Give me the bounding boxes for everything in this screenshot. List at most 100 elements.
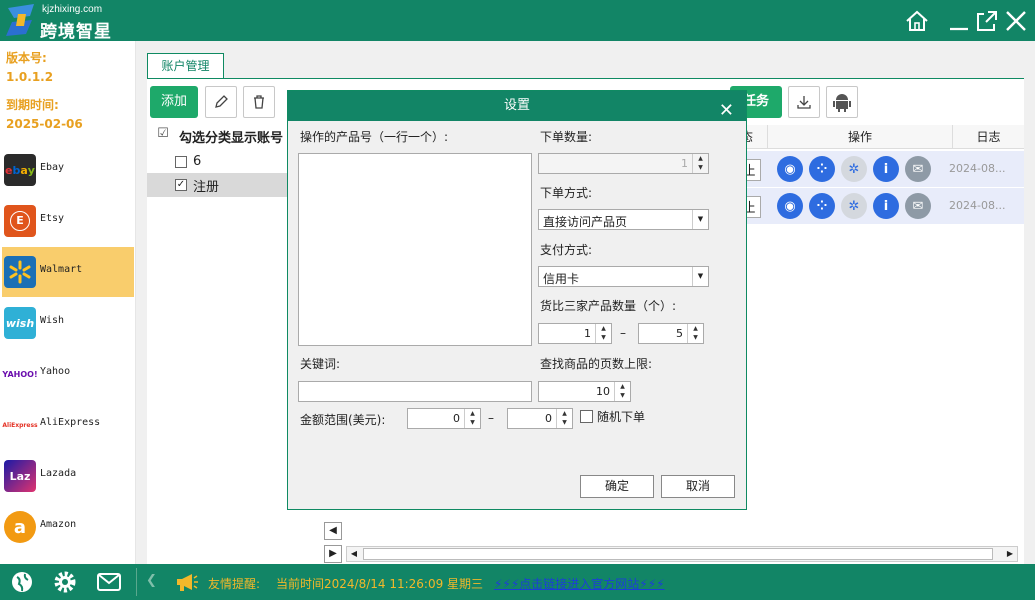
chevron-down-icon[interactable]: ▼ xyxy=(692,210,708,229)
ok-button[interactable]: 确定 xyxy=(580,475,654,498)
column-header-log: 日志 xyxy=(952,125,1024,149)
compare-min-stepper[interactable]: 1 ▲ ▼ xyxy=(538,323,612,344)
order-method-select[interactable]: 直接访问产品页 ▼ xyxy=(538,209,709,230)
restore-icon[interactable] xyxy=(974,8,1000,34)
scroll-thumb[interactable] xyxy=(363,548,993,560)
info-icon[interactable]: i xyxy=(873,156,899,182)
sidebar-item-label: Wish xyxy=(40,315,65,326)
stepper-arrows-icon[interactable]: ▲ ▼ xyxy=(595,324,611,343)
walmart-icon xyxy=(4,256,36,288)
mail-icon[interactable]: ✉ xyxy=(905,193,931,219)
amount-min-stepper[interactable]: 0 ▲ ▼ xyxy=(407,408,481,429)
official-site-link[interactable]: ⚡⚡⚡点击链接进入官方网站⚡⚡⚡ xyxy=(494,575,665,592)
chrome-icon[interactable]: ◉ xyxy=(777,156,803,182)
chevron-down-icon[interactable]: ▼ xyxy=(692,267,708,286)
stepper-arrows-icon[interactable]: ▲ ▼ xyxy=(692,154,708,173)
home-icon[interactable] xyxy=(904,8,930,34)
scroll-left-arrow-icon[interactable]: ◀ xyxy=(347,547,361,561)
keyword-input[interactable] xyxy=(298,381,532,402)
mail-icon[interactable] xyxy=(96,569,122,595)
sidebar-item-amazon[interactable]: a Amazon xyxy=(2,502,134,552)
random-order-checkbox[interactable] xyxy=(580,410,593,423)
quantity-stepper[interactable]: 1 ▲ ▼ xyxy=(538,153,709,174)
chevron-left-icon[interactable]: ❮ xyxy=(146,573,157,588)
import-button[interactable] xyxy=(788,86,820,118)
sidebar-item-label: Walmart xyxy=(40,264,83,275)
dialog-title: 设置 xyxy=(503,98,530,113)
minimize-icon[interactable] xyxy=(946,8,972,34)
stepper-arrows-icon[interactable]: ▲ ▼ xyxy=(687,324,703,343)
account-checkbox[interactable]: ✓ xyxy=(175,179,187,191)
sidebar-item-lazada[interactable]: Laz Lazada xyxy=(2,451,134,501)
product-label: 操作的产品号（一行一个）: xyxy=(300,130,449,144)
close-icon[interactable] xyxy=(1003,8,1029,34)
stepper-arrows-icon[interactable]: ▲ ▼ xyxy=(464,409,480,428)
sidebar-item-yahoo[interactable]: YAHOO! Yahoo xyxy=(2,349,134,399)
log-cell: 2024-08... xyxy=(949,199,1006,212)
compare-max-stepper[interactable]: 5 ▲ ▼ xyxy=(638,323,704,344)
expire-label: 到期时间: xyxy=(6,98,59,112)
check-all-icon[interactable]: ☑ xyxy=(157,127,169,141)
sidebar-item-wish[interactable]: wish Wish xyxy=(2,298,134,348)
cookie-icon[interactable]: ⁘ xyxy=(809,193,835,219)
lazada-icon: Laz xyxy=(4,460,36,492)
page-limit-stepper[interactable]: 10 ▲ ▼ xyxy=(538,381,631,402)
stepper-arrows-icon[interactable]: ▲ ▼ xyxy=(556,409,572,428)
range-dash: – xyxy=(620,326,626,340)
sidebar-item-aliexpress[interactable]: AliExpress AliExpress xyxy=(2,400,134,450)
horizontal-scrollbar[interactable]: ◀ ▶ xyxy=(346,546,1018,562)
tab-account-management[interactable]: 账户管理 xyxy=(147,53,224,79)
aperture-icon[interactable]: ✲ xyxy=(841,193,867,219)
tab-strip: 账户管理 xyxy=(136,41,1035,79)
amount-max-stepper[interactable]: 0 ▲ ▼ xyxy=(507,408,573,429)
edit-button[interactable] xyxy=(205,86,237,118)
account-checkbox[interactable] xyxy=(175,156,187,168)
logo-icon xyxy=(6,4,34,36)
sidebar-item-label: AliExpress xyxy=(40,417,101,428)
status-bar: ❮ 友情提醒: 当前时间2024/8/14 11:26:09 星期三 ⚡⚡⚡点击… xyxy=(0,564,1035,600)
account-item[interactable]: ✓ 注册 xyxy=(147,173,287,197)
download-icon xyxy=(797,96,811,109)
sidebar-item-walmart[interactable]: Walmart xyxy=(2,247,134,297)
info-icon[interactable]: i xyxy=(873,193,899,219)
chrome-icon[interactable]: ◉ xyxy=(777,193,803,219)
title-bar: kjzhixing.com 跨境智星 xyxy=(0,0,1035,42)
scroll-left-button[interactable]: ◀ xyxy=(324,522,342,540)
gear-icon[interactable] xyxy=(52,569,78,595)
random-order-label: 随机下单 xyxy=(597,410,646,424)
order-method-label: 下单方式: xyxy=(540,186,593,200)
account-filter-header: ☑ 勾选分类显示账号 xyxy=(147,125,287,149)
dialog-close-icon[interactable]: ✕ xyxy=(719,96,734,126)
sidebar-item-ebay[interactable]: ebay Ebay xyxy=(2,145,134,195)
product-list-input[interactable] xyxy=(298,153,532,346)
stepper-arrows-icon[interactable]: ▲ ▼ xyxy=(614,382,630,401)
sidebar-item-etsy[interactable]: E Etsy xyxy=(2,196,134,246)
cookie-icon[interactable]: ⁘ xyxy=(809,156,835,182)
android-button[interactable] xyxy=(826,86,858,118)
payment-method-select[interactable]: 信用卡 ▼ xyxy=(538,266,709,287)
account-item[interactable]: 6 xyxy=(147,151,287,175)
globe-icon[interactable] xyxy=(9,569,35,595)
version-value: 1.0.1.2 xyxy=(6,70,54,84)
quantity-value: 1 xyxy=(681,157,688,170)
current-time: 当前时间2024/8/14 11:26:09 星期三 xyxy=(276,577,484,591)
sidebar-item-label: Etsy xyxy=(40,213,65,224)
trash-icon xyxy=(254,95,264,109)
account-label: 注册 xyxy=(193,180,220,195)
amount-range-dash: – xyxy=(488,411,494,425)
tip-label: 友情提醒: xyxy=(208,577,261,591)
delete-button[interactable] xyxy=(243,86,275,118)
scroll-right-arrow-icon[interactable]: ▶ xyxy=(1003,547,1017,561)
version-label: 版本号: xyxy=(6,51,47,65)
scroll-right-button[interactable]: ▶ xyxy=(324,545,342,563)
cancel-button[interactable]: 取消 xyxy=(661,475,735,498)
mail-icon[interactable]: ✉ xyxy=(905,156,931,182)
wish-icon: wish xyxy=(4,307,36,339)
sidebar-item-label: Yahoo xyxy=(40,366,71,377)
amazon-icon: a xyxy=(4,511,36,543)
account-label: 6 xyxy=(193,154,202,169)
yahoo-icon: YAHOO! xyxy=(2,358,38,390)
app-name: 跨境智星 xyxy=(40,22,112,42)
aperture-icon[interactable]: ✲ xyxy=(841,156,867,182)
add-button[interactable]: 添加 xyxy=(150,86,198,118)
